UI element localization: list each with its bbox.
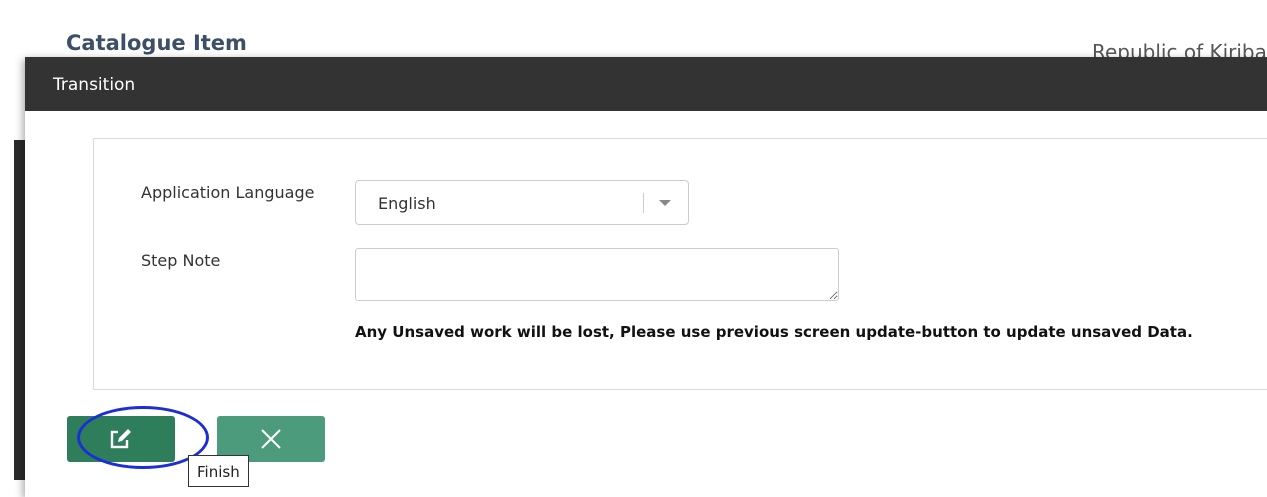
transition-form: Application Language English Step Note A… [93,138,1267,390]
page-title: Catalogue Item [66,31,247,55]
application-language-label: Application Language [141,183,315,202]
modal-title: Transition [53,75,136,95]
modal-header: Transition [25,57,1267,111]
edit-icon [110,428,132,449]
select-separator [643,193,644,213]
finish-button[interactable] [67,416,175,462]
finish-tooltip: Finish [188,455,249,487]
step-note-input[interactable] [355,248,839,301]
step-note-label: Step Note [141,251,221,270]
unsaved-warning: Any Unsaved work will be lost, Please us… [355,323,1193,341]
close-icon [261,429,281,449]
caret-down-icon[interactable] [659,200,671,206]
application-language-select[interactable]: English [355,180,689,225]
application-language-value: English [378,194,436,213]
transition-modal: Transition Application Language English … [25,57,1267,497]
